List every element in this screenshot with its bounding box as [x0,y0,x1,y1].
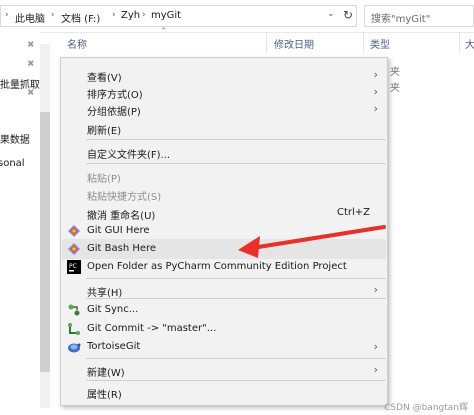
menu-separator [86,298,386,299]
tortoisegit-icon [68,343,81,353]
menu-item-label: 属性(R) [87,390,122,401]
breadcrumb-zyh[interactable]: Zyh [121,10,140,21]
red-annotation-arrow [238,225,386,258]
column-header-type[interactable]: 类型 [370,36,390,51]
pin-icon: ✚ [23,57,36,71]
menu-item-label: 自定义文件夹(F)... [87,150,171,161]
menu-item-new[interactable]: 新建(W) › [62,360,386,380]
chevron-right-icon: › [373,363,378,376]
menu-item-tortoisegit[interactable]: TortoiseGit › [62,337,386,357]
red-arrow-shaft [250,225,386,250]
address-bar: › 此电脑 › 文档 (F:) › Zyh › myGit ⌄ ↻ 搜索"myG… [0,0,474,33]
chevron-right-icon: › [112,10,116,20]
menu-separator [86,358,386,359]
menu-separator [86,139,386,140]
chevron-right-icon: › [51,10,55,20]
menu-item-label: TortoiseGit [87,341,141,352]
pin-icon: ✚ [23,38,36,52]
menu-item-group-by[interactable]: 分组依据(P) › [62,99,386,119]
search-input[interactable]: 搜索"myGit" [364,5,474,27]
file-type-cell: 夹 [390,83,400,94]
nav-item[interactable]: t果数据 [0,131,30,146]
column-header-name[interactable]: 名称 [67,36,87,51]
menu-item-label: 撤消 重命名(U) [87,211,156,222]
menu-item-label: Git Bash Here [87,243,157,254]
menu-separator [86,163,386,164]
menu-item-label: Git Sync... [87,304,139,315]
menu-separator [86,278,386,279]
chevron-down-icon[interactable]: ⌄ [327,9,335,19]
menu-item-label: 新建(W) [87,368,125,379]
menu-item-label: 粘贴快捷方式(S) [87,192,162,203]
watermark-text: CSDN @bangtan辉 [384,403,468,413]
column-divider[interactable] [363,33,364,53]
nav-item[interactable]: t批量抓取 [0,76,40,91]
menu-item-label: Open Folder as PyCharm Community Edition… [87,261,347,272]
menu-item-refresh[interactable]: 刷新(E) [62,118,386,138]
menu-item-label: 共享(H) [87,288,123,299]
file-type-cell: 夹 [390,67,400,78]
git-diamond-icon [68,225,80,237]
menu-item-paste: 粘贴(P) [62,166,386,186]
menu-item-git-sync[interactable]: Git Sync... [62,300,386,320]
menu-item-label: 粘贴(P) [87,174,121,185]
menu-item-label: 分组依据(P) [87,107,141,118]
git-diamond-icon [68,243,80,255]
breadcrumb[interactable]: › 此电脑 › 文档 (F:) › Zyh › myGit ⌄ ↻ [0,5,357,27]
red-arrow-head [238,236,260,258]
navigation-pane: ✚ ✚ t批量抓取 ✚ t果数据 sonal [0,32,40,415]
menu-item-label: Git GUI Here [87,225,150,236]
menu-item-customize-folder[interactable]: 自定义文件夹(F)... [62,142,386,162]
chevron-right-icon: › [373,102,378,115]
git-commit-icon [68,323,80,335]
menu-item-share[interactable]: 共享(H) › [62,280,386,300]
chevron-right-icon: › [373,68,378,81]
breadcrumb-mygit[interactable]: myGit [151,10,181,21]
nav-scrollbar-thumb[interactable] [40,112,50,372]
chevron-right-icon: › [373,85,378,98]
menu-item-label: Git Commit -> "master"... [87,323,217,334]
menu-item-label: 刷新(E) [87,126,122,137]
pycharm-icon: PC [67,260,81,274]
search-placeholder: 搜索"myGit" [371,14,431,25]
column-header-size[interactable]: 大 [465,36,474,51]
sort-arrow-icon: ⌃ [160,27,168,37]
column-divider[interactable] [266,33,267,53]
chevron-right-icon: › [373,340,378,353]
menu-separator [86,380,386,381]
breadcrumb-drive-f[interactable]: 文档 (F:) [61,10,100,25]
chevron-right-icon: › [373,283,378,296]
refresh-icon[interactable]: ↻ [343,8,353,22]
column-header-modified[interactable]: 修改日期 [274,36,314,51]
breadcrumb-this-pc[interactable]: 此电脑 [15,10,45,25]
menu-item-git-commit[interactable]: Git Commit -> "master"... [62,319,386,339]
nav-item[interactable]: sonal [0,158,25,169]
git-sync-icon [68,304,80,316]
menu-item-properties[interactable]: 属性(R) [62,382,386,402]
chevron-right-icon: › [5,10,9,20]
svg-text:PC: PC [69,263,77,270]
column-divider[interactable] [459,33,460,53]
chevron-right-icon: › [142,10,146,20]
